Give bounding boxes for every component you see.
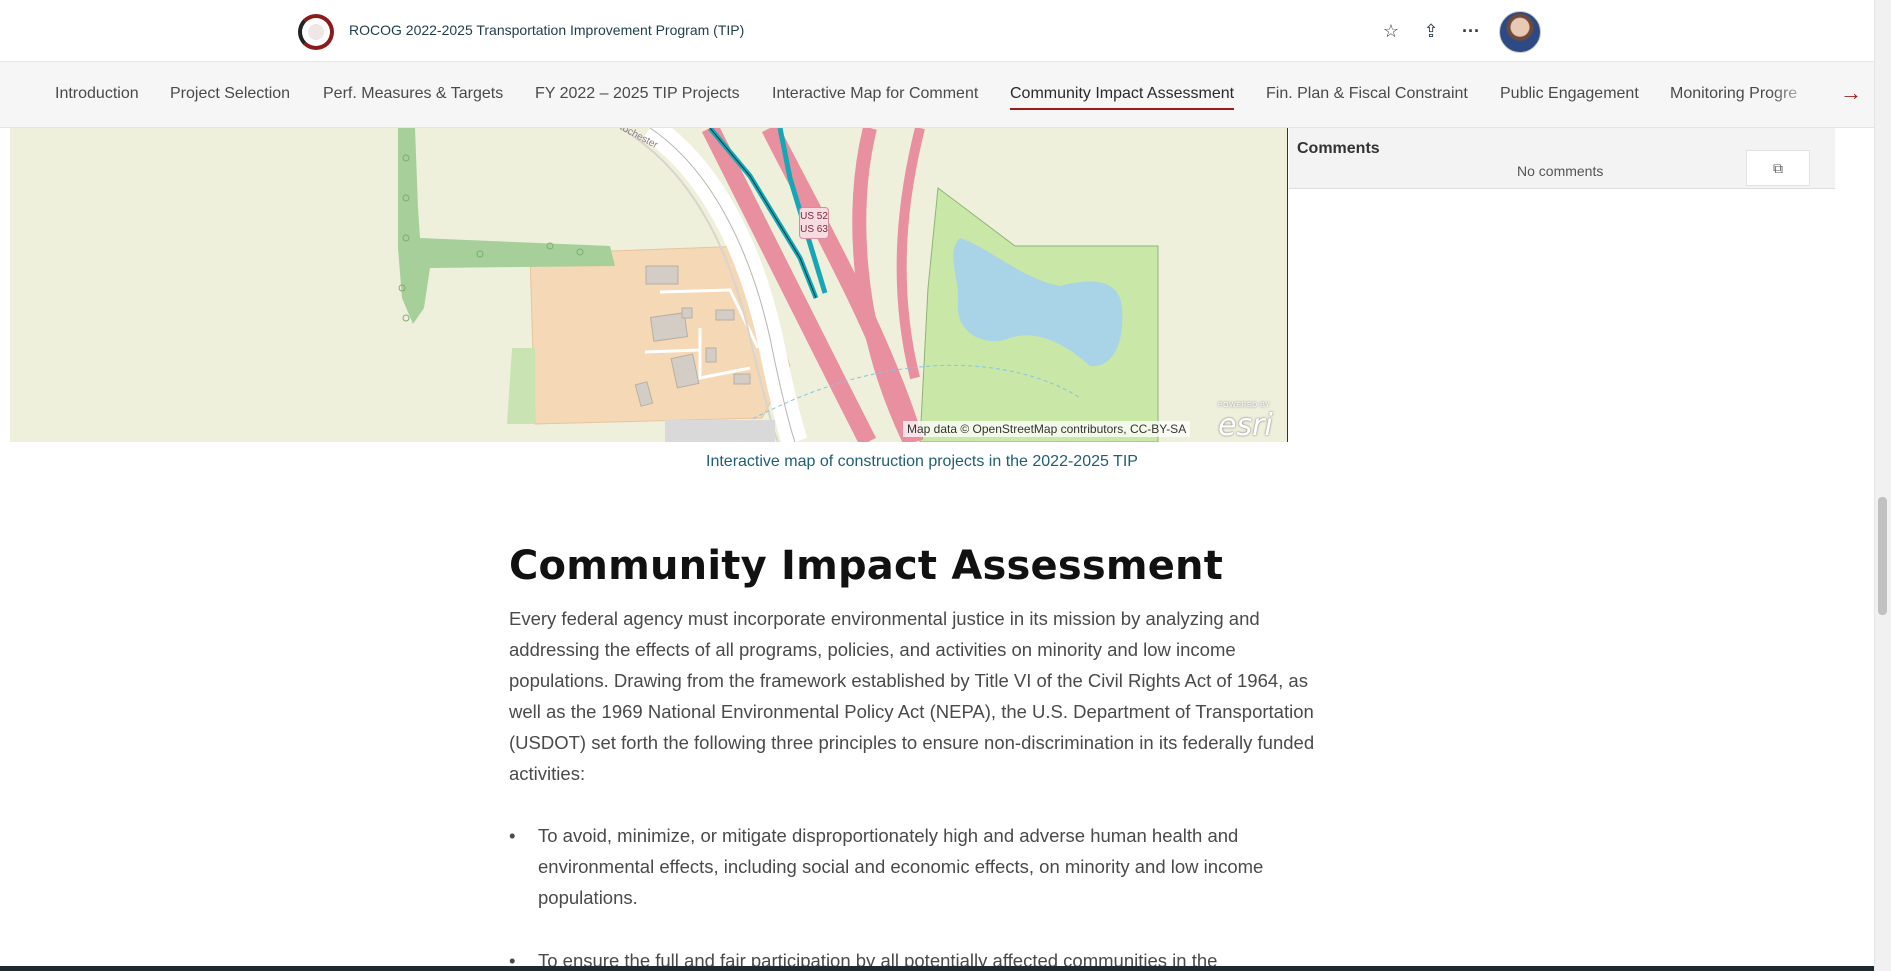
open-external-icon[interactable]: ⧉ [1746, 150, 1810, 186]
top-header: ROCOG 2022-2025 Transportation Improveme… [0, 0, 1874, 62]
principles-list: To avoid, minimize, or mitigate dispropo… [509, 820, 1339, 971]
section-heading: Community Impact Assessment [509, 543, 1224, 589]
comments-panel: Comments No comments ⧉ [1289, 128, 1835, 189]
comments-title: Comments [1297, 140, 1380, 157]
map-canvas[interactable] [10, 128, 1288, 442]
shield-line-2: US 63 [800, 224, 828, 235]
active-tab-indicator [1010, 108, 1234, 110]
app-title[interactable]: ROCOG 2022-2025 Transportation Improveme… [349, 22, 744, 38]
more-icon[interactable]: ··· [1458, 18, 1484, 44]
bottom-edge [0, 966, 1874, 971]
interactive-map[interactable]: Rochester US 52 US 63 Map data © OpenStr… [10, 128, 1288, 442]
nav-next-arrow-icon[interactable]: → [1840, 80, 1862, 106]
user-avatar[interactable] [1499, 11, 1541, 53]
nav-fade-overlay [1770, 62, 1840, 127]
section-nav: Introduction Project Selection Perf. Mea… [0, 62, 1874, 128]
list-item: To avoid, minimize, or mitigate dispropo… [509, 820, 1339, 913]
nav-item-public-engagement[interactable]: Public Engagement [1500, 85, 1639, 103]
scrollbar-thumb[interactable] [1878, 497, 1887, 615]
shield-line-1: US 52 [800, 211, 828, 222]
map-attribution[interactable]: Map data © OpenStreetMap contributors, C… [903, 421, 1191, 437]
intro-paragraph: Every federal agency must incorporate en… [509, 608, 1315, 784]
no-comments-text: No comments [1517, 163, 1604, 179]
map-caption: Interactive map of construction projects… [706, 453, 1138, 470]
rocog-logo-icon[interactable] [298, 14, 334, 50]
page-scrollbar[interactable] [1874, 0, 1891, 971]
nav-item-interactive-map[interactable]: Interactive Map for Comment [772, 85, 978, 103]
nav-item-performance-measures[interactable]: Perf. Measures & Targets [323, 85, 503, 103]
nav-item-financial-plan[interactable]: Fin. Plan & Fiscal Constraint [1266, 85, 1468, 103]
share-icon[interactable]: ⇪ [1418, 18, 1444, 44]
us-highway-shield: US 52 US 63 [799, 207, 829, 239]
nav-item-tip-projects[interactable]: FY 2022 – 2025 TIP Projects [535, 85, 740, 103]
nav-item-project-selection[interactable]: Project Selection [170, 85, 290, 103]
nav-item-community-impact[interactable]: Community Impact Assessment [1010, 85, 1234, 103]
esri-wordmark: esri [1218, 408, 1273, 442]
nav-item-introduction[interactable]: Introduction [55, 85, 139, 103]
star-icon[interactable]: ☆ [1378, 18, 1404, 44]
